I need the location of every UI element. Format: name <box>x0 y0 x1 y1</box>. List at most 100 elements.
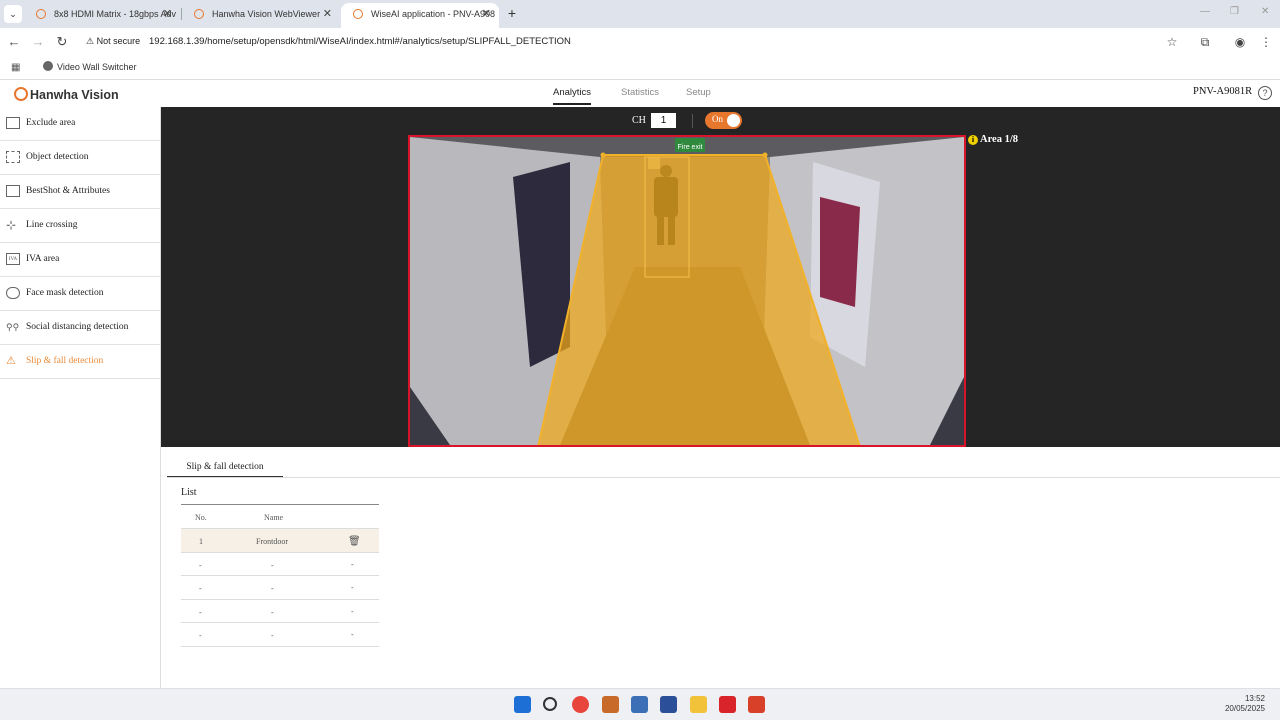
sidebar-item-label: Slip & fall detection <box>26 356 104 366</box>
video-viewer: CH 1 On Fire exit i Area 1/8 <box>161 107 1280 447</box>
close-window-icon[interactable]: ✕ <box>1261 6 1269 17</box>
address-bar-row: ← → ↻ ⚠ Not secure 192.168.1.39/home/set… <box>0 28 1280 56</box>
channel-input[interactable]: 1 <box>651 113 676 128</box>
row-name: - <box>271 607 274 617</box>
bookmarks-bar: ▦ Video Wall Switcher <box>0 56 1280 80</box>
back-icon[interactable]: ← <box>6 34 22 50</box>
sidebar-item-label: Line crossing <box>26 220 78 230</box>
table-row[interactable]: 1 Frontdoor 🗑 <box>181 529 379 553</box>
app-icon[interactable] <box>660 696 677 713</box>
extensions-icon[interactable]: ⧉ <box>1198 35 1212 49</box>
url-text[interactable]: 192.168.1.39/home/setup/opensdk/html/Wis… <box>149 36 571 47</box>
exit-sign-text: Fire exit <box>678 144 703 151</box>
device-model: PNV-A9081R <box>1193 86 1253 97</box>
start-icon[interactable] <box>514 696 531 713</box>
area-count: Area 1/8 <box>980 134 1019 145</box>
profile-icon[interactable]: ◉ <box>1233 35 1247 49</box>
clock-time: 13:52 <box>1244 694 1265 703</box>
bookmark-label: Video Wall Switcher <box>57 62 137 72</box>
close-tab-icon[interactable]: ✕ <box>163 3 172 25</box>
row-no: - <box>199 631 202 640</box>
file-explorer-icon[interactable] <box>690 696 707 713</box>
social-distancing-icon: ⚲⚲ <box>6 322 20 332</box>
browser-tab-strip: ⌄ 8x8 HDMI Matrix - 18gbps Adv ✕ Hanwha … <box>0 0 1280 28</box>
tab-title: Hanwha Vision WebViewer <box>212 9 321 19</box>
column-header-no: No. <box>195 513 207 522</box>
tab-divider <box>167 477 1280 478</box>
detection-toggle[interactable]: On <box>705 112 742 129</box>
browser-tab-wiseai[interactable]: WiseAI application - PNV-A908 ✕ <box>341 3 499 28</box>
face-mask-icon <box>6 287 20 299</box>
tab-title: WiseAI application - PNV-A908 <box>371 9 496 19</box>
browser-tab-hdmi[interactable]: 8x8 HDMI Matrix - 18gbps Adv ✕ <box>24 3 180 28</box>
nav-tab-setup[interactable]: Setup <box>686 87 711 98</box>
row-no: - <box>199 584 202 593</box>
sidebar-item-social-distancing[interactable]: ⚲⚲ Social distancing detection <box>0 311 160 345</box>
sidebar-item-object-detection[interactable]: Object detection <box>0 141 160 175</box>
row-no: - <box>199 607 202 617</box>
trash-icon[interactable]: 🗑 <box>348 536 361 547</box>
tab-slip-fall-detection[interactable]: Slip & fall detection <box>167 455 283 478</box>
notepad-icon[interactable] <box>631 696 648 713</box>
omnibox[interactable]: ⚠ Not secure 192.168.1.39/home/setup/ope… <box>80 32 1190 53</box>
sidebar-item-line-crossing[interactable]: ⊹ Line crossing <box>0 209 160 243</box>
object-detection-icon <box>6 151 20 163</box>
browser-tab-webviewer[interactable]: Hanwha Vision WebViewer ✕ <box>182 3 340 28</box>
sidebar-item-iva-area[interactable]: IVA IVA area <box>0 243 160 277</box>
row-action: - <box>351 583 354 592</box>
help-icon[interactable]: ? <box>1258 86 1272 100</box>
tab-search-icon[interactable]: ⌄ <box>4 5 22 23</box>
iva-area-icon: IVA <box>6 253 20 265</box>
column-header-name: Name <box>264 513 284 522</box>
wiseai-app-icon[interactable] <box>748 696 765 713</box>
area-indicator: i Area 1/8 <box>968 134 1018 145</box>
security-indicator[interactable]: ⚠ Not secure <box>86 36 140 47</box>
sidebar-item-exclude-area[interactable]: Exclude area <box>0 107 160 141</box>
zone-delete-icon[interactable] <box>648 157 660 169</box>
sidebar-item-label: Social distancing detection <box>26 322 129 332</box>
system-clock[interactable]: 13:52 20/05/2025 <box>1225 694 1265 714</box>
sidebar-item-label: Face mask detection <box>26 288 104 298</box>
minimize-icon[interactable]: — <box>1200 6 1210 17</box>
nav-tab-analytics[interactable]: Analytics <box>553 87 592 105</box>
bookmark-video-wall[interactable]: Video Wall Switcher <box>43 61 137 72</box>
bestshot-icon <box>6 185 20 197</box>
tab-favicon-icon <box>353 9 363 19</box>
close-tab-icon[interactable]: ✕ <box>323 3 332 25</box>
clock-date: 20/05/2025 <box>1224 704 1265 713</box>
toggle-knob <box>727 114 740 127</box>
row-name: - <box>271 584 274 593</box>
table-row: - - - <box>181 623 379 647</box>
browser-menu-icon[interactable]: ⋮ <box>1259 35 1273 49</box>
mail-icon[interactable] <box>602 696 619 713</box>
camera-feed[interactable]: Fire exit <box>408 135 966 447</box>
sidebar-item-label: BestShot & Attributes <box>26 186 110 196</box>
sidebar-item-label: Exclude area <box>26 118 76 128</box>
search-icon[interactable] <box>543 697 557 711</box>
nav-tab-statistics[interactable]: Statistics <box>621 87 659 98</box>
chrome-icon[interactable] <box>572 696 589 713</box>
row-no: - <box>199 560 202 570</box>
close-tab-icon[interactable]: ✕ <box>482 3 491 25</box>
bookmark-star-icon[interactable]: ☆ <box>1165 35 1179 49</box>
sidebar-item-bestshot[interactable]: BestShot & Attributes <box>0 175 160 209</box>
forward-icon[interactable]: → <box>30 34 46 50</box>
security-label: Not secure <box>96 36 141 46</box>
toggle-label: On <box>712 114 723 124</box>
tab-title: 8x8 HDMI Matrix - 18gbps Adv <box>54 9 177 19</box>
apps-grid-icon[interactable]: ▦ <box>11 62 20 73</box>
remote-app-icon[interactable] <box>719 696 736 713</box>
new-tab-button[interactable]: + <box>503 4 521 22</box>
windows-taskbar: 13:52 20/05/2025 <box>0 688 1280 720</box>
list-title: List <box>181 487 197 498</box>
row-no: 1 <box>199 537 203 546</box>
restore-icon[interactable]: ❐ <box>1230 6 1239 17</box>
zone-vertex[interactable] <box>762 152 768 158</box>
sidebar-item-slip-fall[interactable]: ⚠ Slip & fall detection <box>0 345 160 379</box>
sidebar-item-face-mask[interactable]: Face mask detection <box>0 277 160 311</box>
reload-icon[interactable]: ↻ <box>54 34 70 50</box>
area-list-table: No. Name 1 Frontdoor 🗑 - - - - - - - - -… <box>181 504 379 647</box>
table-header: No. Name <box>181 505 379 529</box>
zone-vertex[interactable] <box>600 152 606 158</box>
row-action: - <box>351 559 354 569</box>
